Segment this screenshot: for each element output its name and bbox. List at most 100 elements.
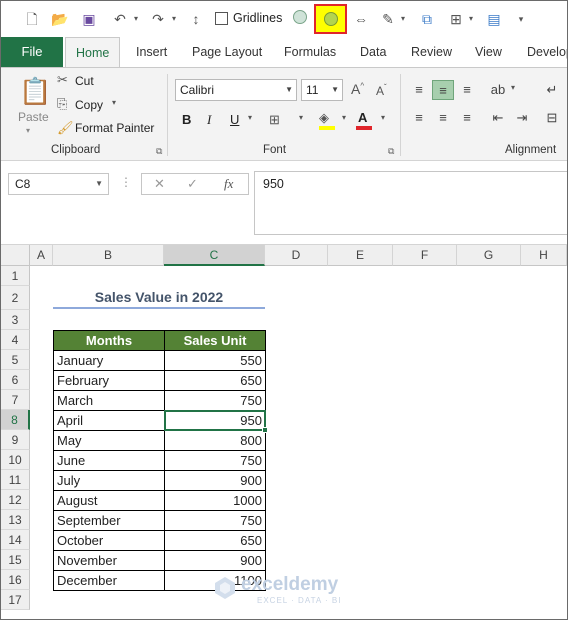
undo-icon[interactable]: ↶ — [109, 9, 131, 29]
column-width-icon[interactable]: ⇔ — [351, 9, 371, 29]
sales-unit-cell[interactable]: 900 — [164, 550, 266, 571]
sales-unit-cell[interactable]: 1000 — [164, 490, 266, 511]
merge-center-icon[interactable]: ⊟ — [541, 108, 563, 128]
month-cell[interactable]: June — [53, 450, 165, 471]
edit-shape-dropdown-icon[interactable]: ▾ — [398, 9, 408, 29]
month-cell[interactable]: February — [53, 370, 165, 391]
tab-formulas[interactable]: Formulas — [284, 37, 336, 67]
column-header-e[interactable]: E — [328, 245, 393, 266]
row-header[interactable]: 1 — [1, 266, 30, 286]
borders-icon[interactable]: ⊞ — [269, 112, 280, 128]
month-cell[interactable]: January — [53, 350, 165, 371]
format-painter-button[interactable]: Format Painter — [75, 121, 154, 135]
tab-home[interactable]: Home — [65, 37, 121, 67]
row-header[interactable]: 3 — [1, 310, 30, 330]
sales-unit-cell[interactable]: 750 — [164, 450, 266, 471]
orientation-dropdown-icon[interactable]: ▾ — [511, 83, 515, 92]
format-painter-icon[interactable]: 🖌 — [57, 120, 74, 136]
cancel-icon[interactable]: ✕ — [154, 176, 165, 192]
wrap-text-icon[interactable]: ↵ — [541, 80, 563, 100]
increase-font-size-icon[interactable]: A^ — [351, 81, 364, 97]
row-header[interactable]: 2 — [1, 286, 30, 310]
row-height-icon[interactable]: ↕ — [186, 9, 206, 29]
underline-dropdown-icon[interactable]: ▾ — [248, 113, 252, 122]
paste-dropdown-icon[interactable]: ▾ — [26, 126, 30, 135]
row-header[interactable]: 9 — [1, 430, 30, 450]
row-header[interactable]: 8 — [1, 410, 30, 430]
redo-dropdown-icon[interactable]: ▾ — [169, 9, 179, 29]
sales-unit-cell[interactable]: 650 — [164, 370, 266, 391]
month-cell[interactable]: May — [53, 430, 165, 451]
column-header-d[interactable]: D — [265, 245, 328, 266]
row-header[interactable]: 16 — [1, 570, 30, 590]
fill-color-dropdown-icon[interactable]: ▾ — [342, 113, 346, 122]
tab-data[interactable]: Data — [360, 37, 386, 67]
sales-unit-cell[interactable]: 650 — [164, 530, 266, 551]
tab-insert[interactable]: Insert — [136, 37, 167, 67]
month-cell[interactable]: October — [53, 530, 165, 551]
clipboard-launcher-icon[interactable]: ⧉ — [156, 146, 162, 157]
row-header[interactable]: 15 — [1, 550, 30, 570]
cut-button[interactable]: Cut — [75, 74, 94, 88]
sales-unit-cell[interactable]: 800 — [164, 430, 266, 451]
copy-icon[interactable]: ⎘ — [57, 96, 67, 112]
customize-toolbar-icon[interactable]: ▾ — [514, 9, 528, 29]
select-all-corner[interactable] — [1, 245, 30, 266]
column-header-c[interactable]: C — [164, 245, 265, 266]
name-box[interactable]: C8 ▼ — [8, 173, 109, 195]
borders-dropdown-icon[interactable]: ▾ — [299, 113, 303, 122]
align-right-icon[interactable]: ≡ — [456, 108, 478, 128]
italic-icon[interactable]: I — [207, 112, 211, 128]
column-header-b[interactable]: B — [53, 245, 164, 266]
row-header[interactable]: 5 — [1, 350, 30, 370]
edit-shape-icon[interactable]: ✎ — [379, 9, 397, 29]
borders-icon[interactable]: ⊞ — [447, 9, 465, 29]
months-header-cell[interactable]: Months — [53, 330, 165, 351]
tab-file[interactable]: File — [1, 37, 63, 67]
row-header[interactable]: 17 — [1, 590, 30, 610]
center-icon[interactable]: ≡ — [432, 108, 454, 128]
sales-unit-header-cell[interactable]: Sales Unit — [164, 330, 266, 351]
row-header[interactable]: 10 — [1, 450, 30, 470]
insert-function-icon[interactable]: fx — [224, 176, 233, 192]
month-cell[interactable]: September — [53, 510, 165, 531]
month-cell[interactable]: March — [53, 390, 165, 411]
row-header[interactable]: 12 — [1, 490, 30, 510]
sales-unit-cell[interactable]: 900 — [164, 470, 266, 491]
form-icon[interactable]: ▤ — [484, 9, 504, 29]
month-cell[interactable]: November — [53, 550, 165, 571]
row-header[interactable]: 13 — [1, 510, 30, 530]
font-color-icon[interactable]: A — [358, 110, 367, 125]
tab-page-layout[interactable]: Page Layout — [192, 37, 262, 67]
tab-view[interactable]: View — [475, 37, 502, 67]
bottom-align-icon[interactable]: ≡ — [456, 80, 478, 100]
increase-indent-icon[interactable]: ⇥ — [511, 108, 533, 128]
open-folder-icon[interactable]: 📂 — [51, 9, 69, 29]
enter-icon[interactable]: ✓ — [187, 176, 198, 192]
more-options-icon[interactable]: ⋮ — [120, 175, 132, 189]
column-header-a[interactable]: A — [30, 245, 53, 266]
gridlines-checkbox[interactable] — [215, 12, 228, 25]
borders-dropdown-icon[interactable]: ▾ — [466, 9, 476, 29]
tab-review[interactable]: Review — [411, 37, 452, 67]
month-cell[interactable]: April — [53, 410, 165, 431]
sheet-title[interactable]: Sales Value in 2022 — [53, 286, 265, 309]
redo-icon[interactable]: ↷ — [147, 9, 169, 29]
sales-unit-cell[interactable]: 550 — [164, 350, 266, 371]
shape-fill-icon[interactable] — [293, 10, 307, 24]
tab-developer[interactable]: Develop — [527, 37, 567, 67]
bold-icon[interactable]: B — [182, 112, 191, 127]
font-size-combo[interactable]: 11 ▼ — [301, 79, 343, 101]
row-header[interactable]: 6 — [1, 370, 30, 390]
decrease-font-size-icon[interactable]: Aˇ — [376, 83, 387, 98]
column-header-f[interactable]: F — [393, 245, 457, 266]
cut-icon[interactable]: ✂ — [57, 72, 68, 88]
paste-icon[interactable]: 📋 — [19, 76, 51, 107]
fill-color-icon[interactable]: ◈ — [319, 110, 329, 126]
month-cell[interactable]: July — [53, 470, 165, 491]
month-cell[interactable]: August — [53, 490, 165, 511]
top-align-icon[interactable]: ≡ — [408, 80, 430, 100]
copy-button[interactable]: Copy — [75, 98, 103, 112]
paste-label[interactable]: Paste — [18, 110, 49, 124]
sales-unit-cell[interactable]: 750 — [164, 390, 266, 411]
